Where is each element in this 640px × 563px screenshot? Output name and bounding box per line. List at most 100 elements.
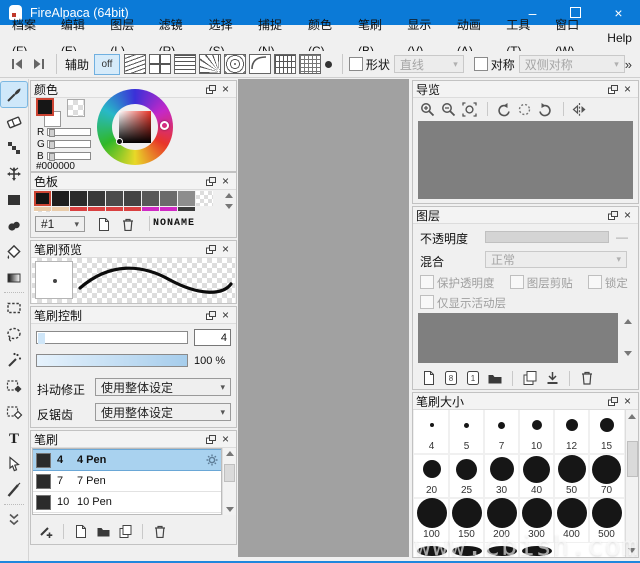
brush-size-cell[interactable]: 4 [414, 410, 449, 454]
shape-select[interactable]: 直线 ▾ [394, 55, 464, 73]
close-panel-button[interactable]: × [620, 208, 635, 222]
protect-alpha-checkbox[interactable] [420, 275, 434, 289]
close-panel-button[interactable]: × [218, 174, 233, 188]
tool-tone[interactable] [1, 135, 27, 160]
tool-select-pen[interactable] [1, 373, 27, 398]
history-back-button[interactable] [7, 54, 27, 74]
new-brush-button[interactable] [70, 522, 92, 540]
transparent-color-swatch[interactable] [67, 99, 85, 117]
assist-cross-icon[interactable] [149, 54, 171, 74]
show-active-only-checkbox[interactable] [420, 295, 434, 309]
brush-size-cell[interactable]: 10 [519, 410, 554, 454]
slider-thumb[interactable] [49, 129, 55, 137]
delete-brush-button[interactable] [149, 522, 171, 540]
correction-select[interactable]: 使用整体设定 ▾ [95, 378, 231, 396]
new-1bit-layer-button[interactable]: 1 [462, 369, 484, 387]
float-panel-button[interactable] [605, 394, 620, 408]
layer-scroll-down-icon[interactable] [624, 351, 632, 356]
palette-swatch[interactable] [52, 191, 69, 206]
add-brush-button[interactable] [35, 522, 57, 540]
brush-size-cell[interactable]: 25 [449, 454, 484, 498]
merge-down-button[interactable] [541, 369, 563, 387]
assist-vanishing-icon[interactable] [199, 54, 221, 74]
palette-swatch[interactable] [34, 191, 51, 206]
assist-off-button[interactable]: off [94, 54, 120, 75]
tool-rect-select[interactable] [1, 295, 27, 320]
palette-scroll-up-icon[interactable] [225, 193, 233, 198]
rotate-cw-button[interactable] [536, 100, 555, 118]
scrollbar-thumb[interactable] [627, 441, 638, 477]
canvas-area[interactable] [238, 79, 409, 557]
float-panel-button[interactable] [203, 174, 218, 188]
blue-slider[interactable] [47, 152, 91, 160]
rotate-ccw-button[interactable] [494, 100, 513, 118]
tool-lasso[interactable] [1, 321, 27, 346]
palette-swatch[interactable] [70, 191, 87, 206]
assist-curve-icon[interactable] [249, 54, 271, 74]
close-button[interactable]: × [597, 0, 640, 25]
float-panel-button[interactable] [605, 82, 620, 96]
brush-folder-button[interactable] [92, 522, 114, 540]
brush-size-cell[interactable]: 40 [519, 454, 554, 498]
shape-checkbox[interactable] [349, 57, 363, 71]
brush-list-item[interactable]: 4 4 Pen [33, 449, 221, 471]
navigator-preview[interactable] [418, 121, 633, 199]
sv-marker[interactable] [116, 138, 123, 145]
scroll-down-icon[interactable] [226, 507, 234, 512]
palette-swatch[interactable] [106, 191, 123, 206]
brush-size-cell[interactable]: 12 [554, 410, 589, 454]
palette-swatch[interactable] [88, 191, 105, 206]
layer-scroll-up-icon[interactable] [624, 319, 632, 324]
palette-new-button[interactable] [93, 215, 115, 233]
zoom-fit-button[interactable] [460, 100, 479, 118]
zoom-in-button[interactable] [418, 100, 437, 118]
brush-list-item[interactable]: 15 15 Pen [33, 513, 221, 515]
close-panel-button[interactable]: × [620, 82, 635, 96]
assist-horizontal-icon[interactable] [174, 54, 196, 74]
menu-help[interactable]: Help [599, 25, 640, 51]
duplicate-brush-button[interactable] [114, 522, 136, 540]
brush-list-item[interactable]: 10 10 Pen [33, 492, 221, 513]
float-panel-button[interactable] [203, 242, 218, 256]
foreground-color-swatch[interactable] [36, 98, 54, 116]
palette-swatch[interactable] [142, 191, 159, 206]
palette-swatch[interactable] [34, 211, 51, 212]
brush-size-cell[interactable]: 70 [589, 454, 624, 498]
toolbar-overflow-icon[interactable]: » [625, 57, 632, 72]
tool-eraser[interactable] [1, 109, 27, 134]
symmetry-select[interactable]: 双侧对称 ▾ [519, 55, 625, 73]
lock-checkbox[interactable] [588, 275, 602, 289]
duplicate-layer-button[interactable] [519, 369, 541, 387]
scrollbar-thumb[interactable] [224, 464, 235, 482]
layer-list[interactable] [418, 313, 618, 363]
new-layer-button[interactable] [418, 369, 440, 387]
assist-dot-icon[interactable] [324, 55, 334, 73]
saturation-value-square[interactable] [119, 111, 151, 143]
tool-magic-wand[interactable] [1, 347, 27, 372]
tool-fill-rect[interactable] [1, 187, 27, 212]
brush-list-scrollbar[interactable] [222, 448, 236, 515]
palette-swatch[interactable] [160, 191, 177, 206]
scroll-up-icon[interactable] [628, 414, 636, 419]
tool-text[interactable]: T [1, 425, 27, 450]
close-panel-button[interactable]: × [620, 394, 635, 408]
history-forward-button[interactable] [29, 54, 49, 74]
gear-icon[interactable] [206, 454, 218, 466]
brush-list-item[interactable]: 7 7 Pen [33, 471, 221, 492]
tool-move[interactable] [1, 161, 27, 186]
assist-concentric-icon[interactable] [224, 54, 246, 74]
scroll-up-icon[interactable] [226, 451, 234, 456]
brush-size-cell[interactable]: 15 [589, 410, 624, 454]
close-panel-button[interactable]: × [218, 242, 233, 256]
brush-size-input[interactable]: 4 [194, 329, 231, 346]
tool-blend[interactable] [1, 213, 27, 238]
palette-swatch[interactable] [124, 191, 141, 206]
clipping-checkbox[interactable] [510, 275, 524, 289]
tool-gradient[interactable] [1, 265, 27, 290]
tool-pointer[interactable] [1, 451, 27, 476]
tool-curve-pen[interactable] [1, 477, 27, 502]
green-slider[interactable] [47, 140, 91, 148]
palette-delete-button[interactable] [117, 215, 139, 233]
brush-size-cell[interactable]: 50 [554, 454, 589, 498]
assist-grid-icon[interactable] [299, 54, 321, 74]
